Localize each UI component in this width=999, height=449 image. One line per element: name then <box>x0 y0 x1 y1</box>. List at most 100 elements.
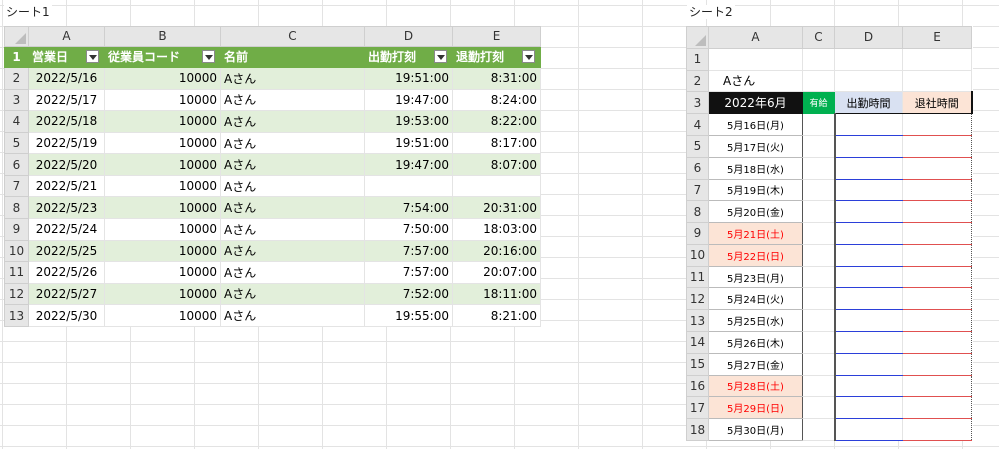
cell-clock-in[interactable]: 7:57:00 <box>364 239 453 263</box>
date-cell[interactable]: 5月29日(日) <box>708 396 803 420</box>
row-header[interactable]: 11 <box>686 265 709 289</box>
row-header[interactable]: 13 <box>4 304 29 327</box>
cell-clock-in[interactable]: 19:55:00 <box>364 304 453 327</box>
cell-name[interactable]: Aさん <box>220 153 365 176</box>
cell-name[interactable]: Aさん <box>220 131 365 155</box>
clock-out-cell[interactable] <box>902 418 972 441</box>
row-header[interactable]: 5 <box>4 131 29 155</box>
cell-code[interactable]: 10000 <box>104 110 221 133</box>
cell-date[interactable]: 2022/5/17 <box>28 88 105 112</box>
cell-name[interactable]: Aさん <box>220 218 365 241</box>
date-cell[interactable]: 5月24日(火) <box>708 287 803 311</box>
date-cell[interactable]: 5月20日(金) <box>708 200 803 224</box>
clock-in-cell[interactable] <box>834 352 903 376</box>
column-header-d[interactable]: D <box>834 26 903 49</box>
paid-leave-cell[interactable] <box>802 265 836 289</box>
cell-date[interactable]: 2022/5/19 <box>28 131 105 155</box>
row-header[interactable]: 3 <box>686 91 709 115</box>
cell[interactable] <box>902 69 972 93</box>
employee-name-cell[interactable]: Aさん <box>708 69 803 93</box>
cell-clock-in[interactable]: 19:51:00 <box>364 67 453 90</box>
row-header[interactable]: 13 <box>686 309 709 332</box>
cell-date[interactable]: 2022/5/26 <box>28 261 105 284</box>
month-cell[interactable]: 2022年6月 <box>708 91 803 115</box>
cell[interactable] <box>834 69 903 93</box>
paid-leave-cell[interactable] <box>802 352 836 376</box>
paid-leave-cell[interactable] <box>802 374 836 398</box>
row-header[interactable]: 14 <box>686 330 709 354</box>
column-header-e[interactable]: E <box>452 26 541 47</box>
row-header[interactable]: 6 <box>4 153 29 176</box>
paid-leave-cell[interactable] <box>802 330 836 354</box>
cell-name[interactable]: Aさん <box>220 196 365 220</box>
filter-dropdown-icon[interactable] <box>522 49 535 63</box>
date-cell[interactable]: 5月17日(火) <box>708 134 803 158</box>
paid-leave-cell[interactable] <box>802 287 836 311</box>
cell-date[interactable]: 2022/5/25 <box>28 239 105 263</box>
clock-out-cell[interactable] <box>902 396 972 420</box>
clock-in-cell[interactable] <box>834 222 903 245</box>
row-header[interactable]: 3 <box>4 88 29 112</box>
paid-leave-cell[interactable] <box>802 134 836 158</box>
cell-clock-in[interactable]: 7:57:00 <box>364 261 453 284</box>
clock-in-cell[interactable] <box>834 374 903 398</box>
row-header[interactable]: 12 <box>4 282 29 306</box>
clock-in-cell[interactable] <box>834 113 903 136</box>
cell-name[interactable]: Aさん <box>220 282 365 306</box>
clock-out-cell[interactable] <box>902 374 972 398</box>
cell-clock-out[interactable]: 8:24:00 <box>452 88 541 112</box>
row-header[interactable]: 7 <box>4 174 29 198</box>
paid-leave-cell[interactable] <box>802 156 836 180</box>
clock-out-cell[interactable] <box>902 134 972 158</box>
cell[interactable] <box>802 47 835 71</box>
row-header[interactable]: 8 <box>4 196 29 220</box>
clock-out-cell[interactable] <box>902 287 972 311</box>
cell-code[interactable]: 10000 <box>104 282 221 306</box>
date-cell[interactable]: 5月21日(土) <box>708 222 803 245</box>
row-header[interactable]: 11 <box>4 261 29 284</box>
cell-date[interactable]: 2022/5/24 <box>28 218 105 241</box>
clock-in-cell[interactable] <box>834 396 903 420</box>
clock-in-cell[interactable] <box>834 156 903 180</box>
clock-in-cell[interactable] <box>834 265 903 289</box>
cell[interactable] <box>708 47 803 71</box>
clock-out-cell[interactable] <box>902 309 972 332</box>
paid-leave-cell[interactable] <box>802 200 836 224</box>
cell-clock-out[interactable]: 18:03:00 <box>452 218 541 241</box>
clock-in-cell[interactable] <box>834 418 903 441</box>
cell-code[interactable]: 10000 <box>104 153 221 176</box>
date-cell[interactable]: 5月16日(月) <box>708 113 803 136</box>
date-cell[interactable]: 5月23日(月) <box>708 265 803 289</box>
cell-clock-in[interactable]: 7:50:00 <box>364 218 453 241</box>
select-all-corner[interactable] <box>4 26 29 47</box>
cell-clock-out[interactable]: 8:07:00 <box>452 153 541 176</box>
cell-date[interactable]: 2022/5/18 <box>28 110 105 133</box>
cell-clock-in[interactable]: 7:52:00 <box>364 282 453 306</box>
row-header[interactable]: 2 <box>4 67 29 90</box>
cell-name[interactable]: Aさん <box>220 261 365 284</box>
date-cell[interactable]: 5月26日(木) <box>708 330 803 354</box>
column-header-c[interactable]: C <box>220 26 365 47</box>
cell-date[interactable]: 2022/5/16 <box>28 67 105 90</box>
cell-clock-in[interactable]: 19:53:00 <box>364 110 453 133</box>
paid-leave-cell[interactable] <box>802 396 836 420</box>
cell-name[interactable]: Aさん <box>220 88 365 112</box>
date-cell[interactable]: 5月28日(土) <box>708 374 803 398</box>
cell-code[interactable]: 10000 <box>104 88 221 112</box>
cell-name[interactable]: Aさん <box>220 304 365 327</box>
cell-code[interactable]: 10000 <box>104 174 221 198</box>
cell-code[interactable]: 10000 <box>104 218 221 241</box>
clock-out-cell[interactable] <box>902 113 972 136</box>
row-header[interactable]: 2 <box>686 69 709 93</box>
row-header[interactable]: 6 <box>686 156 709 180</box>
clock-out-cell[interactable] <box>902 243 972 267</box>
paid-leave-cell[interactable] <box>802 222 836 245</box>
cell-date[interactable]: 2022/5/21 <box>28 174 105 198</box>
clock-in-cell[interactable] <box>834 243 903 267</box>
cell[interactable] <box>902 47 972 71</box>
cell-clock-out[interactable]: 18:11:00 <box>452 282 541 306</box>
clock-out-cell[interactable] <box>902 156 972 180</box>
column-header-e[interactable]: E <box>902 26 972 49</box>
clock-out-cell[interactable] <box>902 200 972 224</box>
filter-dropdown-icon[interactable] <box>434 49 447 63</box>
